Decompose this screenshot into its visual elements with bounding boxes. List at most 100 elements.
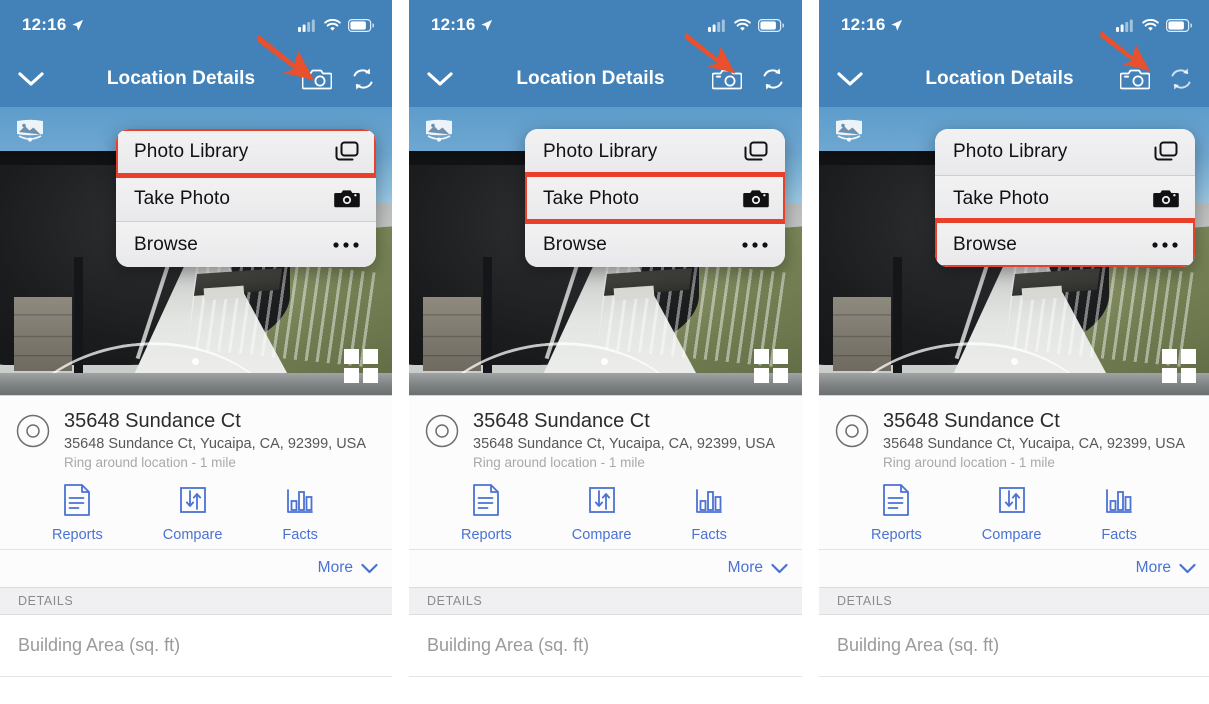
street-view-photo[interactable]: Photo Library Take Photo Browse — [0, 107, 392, 395]
camera-icon[interactable] — [302, 67, 332, 91]
action-reports[interactable]: Reports — [871, 483, 922, 543]
wifi-icon — [324, 18, 341, 31]
location-ring-icon — [16, 414, 50, 453]
action-reports[interactable]: Reports — [52, 483, 103, 543]
camera-icon[interactable] — [1120, 67, 1150, 91]
street-view-photo[interactable]: Photo Library Take Photo Browse — [819, 107, 1209, 395]
action-label: Facts — [282, 526, 318, 543]
chevron-down-icon — [771, 563, 788, 573]
menu-item-photo-library[interactable]: Photo Library — [935, 129, 1195, 175]
status-time: 12:16 — [841, 15, 903, 35]
stone-pillar — [423, 297, 481, 371]
nav-bar: Location Details — [0, 50, 392, 107]
details-header-label: DETAILS — [427, 593, 483, 608]
cellular-signal-icon — [1116, 19, 1133, 32]
photo-source-action-sheet: Photo Library Take Photo Browse — [116, 129, 376, 267]
details-section-header: DETAILS — [409, 586, 802, 615]
status-bar: 12:16 — [819, 0, 1209, 50]
address-note: Ring around location - 1 mile — [883, 455, 1055, 471]
menu-item-label: Take Photo — [543, 187, 640, 209]
phone-screenshot-panel-1: 12:16 Location Details Photo Library Tak… — [0, 0, 392, 704]
refresh-sync-icon[interactable] — [760, 66, 786, 92]
menu-item-label: Browse — [953, 233, 1017, 255]
nav-actions — [302, 66, 376, 92]
cellular-signal-icon — [708, 19, 725, 32]
street-view-photo[interactable]: Photo Library Take Photo Browse — [409, 107, 802, 395]
grid-view-icon[interactable] — [754, 349, 788, 383]
grid-view-icon[interactable] — [344, 349, 378, 383]
ellipsis-icon — [1151, 240, 1179, 250]
address-full: 35648 Sundance Ct, Yucaipa, CA, 92399, U… — [473, 436, 776, 452]
address-block: 35648 Sundance Ct 35648 Sundance Ct, Yuc… — [473, 410, 788, 472]
three-panel-comparison: 12:16 Location Details Photo Library Tak… — [0, 0, 1209, 704]
action-facts[interactable]: Facts — [1101, 484, 1137, 543]
panorama-view-icon[interactable] — [14, 115, 46, 147]
grid-view-icon[interactable] — [1162, 349, 1196, 383]
action-label: Compare — [571, 526, 632, 543]
details-row-building-area[interactable]: Building Area (sq. ft) — [409, 614, 802, 677]
location-header: 35648 Sundance Ct 35648 Sundance Ct, Yuc… — [0, 396, 392, 472]
bar-chart-icon — [694, 484, 724, 521]
action-compare[interactable]: Compare — [571, 484, 632, 543]
address-note: Ring around location - 1 mile — [64, 455, 236, 471]
photo-stack-icon — [1153, 141, 1179, 163]
more-label: More — [1135, 559, 1171, 577]
refresh-sync-icon[interactable] — [1168, 66, 1194, 92]
compare-arrows-icon — [178, 484, 208, 521]
action-facts[interactable]: Facts — [282, 484, 318, 543]
page-title: Location Details — [516, 67, 665, 89]
location-header: 35648 Sundance Ct 35648 Sundance Ct, Yuc… — [409, 396, 802, 472]
location-arrow-icon — [481, 19, 493, 31]
wifi-icon — [1142, 18, 1159, 31]
menu-item-browse[interactable]: Browse — [935, 218, 1195, 267]
details-row-building-area[interactable]: Building Area (sq. ft) — [0, 614, 392, 677]
chevron-down-icon[interactable] — [18, 71, 44, 87]
menu-item-take-photo[interactable]: Take Photo — [116, 175, 376, 221]
address-title: 35648 Sundance Ct — [883, 410, 1060, 432]
status-time-text: 12:16 — [841, 15, 886, 34]
action-reports[interactable]: Reports — [461, 483, 512, 543]
nav-bar: Location Details — [409, 50, 802, 107]
details-row-label: Building Area (sq. ft) — [837, 634, 1000, 655]
address-block: 35648 Sundance Ct 35648 Sundance Ct, Yuc… — [883, 410, 1196, 472]
page-title: Location Details — [925, 67, 1074, 89]
chevron-down-icon — [361, 563, 378, 573]
more-toggle[interactable]: More — [819, 548, 1209, 587]
address-title: 35648 Sundance Ct — [64, 410, 241, 432]
photo-bottom-edge — [409, 373, 802, 395]
panorama-view-icon[interactable] — [423, 115, 455, 147]
menu-item-photo-library[interactable]: Photo Library — [525, 129, 785, 175]
battery-icon — [348, 18, 374, 32]
menu-item-label: Browse — [134, 233, 198, 255]
panorama-view-icon[interactable] — [833, 115, 865, 147]
menu-item-photo-library[interactable]: Photo Library — [116, 129, 376, 178]
menu-item-browse[interactable]: Browse — [116, 221, 376, 267]
bar-chart-icon — [1104, 484, 1134, 521]
refresh-sync-icon[interactable] — [350, 66, 376, 92]
ellipsis-icon — [741, 240, 769, 250]
location-info-card: 35648 Sundance Ct 35648 Sundance Ct, Yuc… — [0, 395, 392, 587]
menu-item-take-photo[interactable]: Take Photo — [525, 172, 785, 224]
more-toggle[interactable]: More — [0, 548, 392, 587]
action-compare[interactable]: Compare — [162, 484, 223, 543]
status-bar: 12:16 — [0, 0, 392, 50]
chevron-down-icon[interactable] — [837, 71, 863, 87]
photo-bottom-edge — [819, 373, 1209, 395]
camera-icon[interactable] — [712, 67, 742, 91]
menu-item-label: Photo Library — [543, 141, 658, 162]
action-facts[interactable]: Facts — [691, 484, 727, 543]
details-header-label: DETAILS — [837, 593, 893, 608]
more-toggle[interactable]: More — [409, 548, 802, 587]
status-time-text: 12:16 — [22, 15, 67, 34]
chevron-down-icon[interactable] — [427, 71, 453, 87]
status-time-text: 12:16 — [431, 15, 476, 34]
nav-bar: Location Details — [819, 50, 1209, 107]
details-row-building-area[interactable]: Building Area (sq. ft) — [819, 614, 1209, 677]
bar-chart-icon — [285, 484, 315, 521]
menu-item-take-photo[interactable]: Take Photo — [935, 175, 1195, 221]
camera-icon — [334, 188, 360, 209]
action-compare[interactable]: Compare — [982, 484, 1041, 543]
action-label: Compare — [162, 526, 223, 543]
menu-item-browse[interactable]: Browse — [525, 221, 785, 267]
location-ring-icon — [425, 414, 459, 453]
